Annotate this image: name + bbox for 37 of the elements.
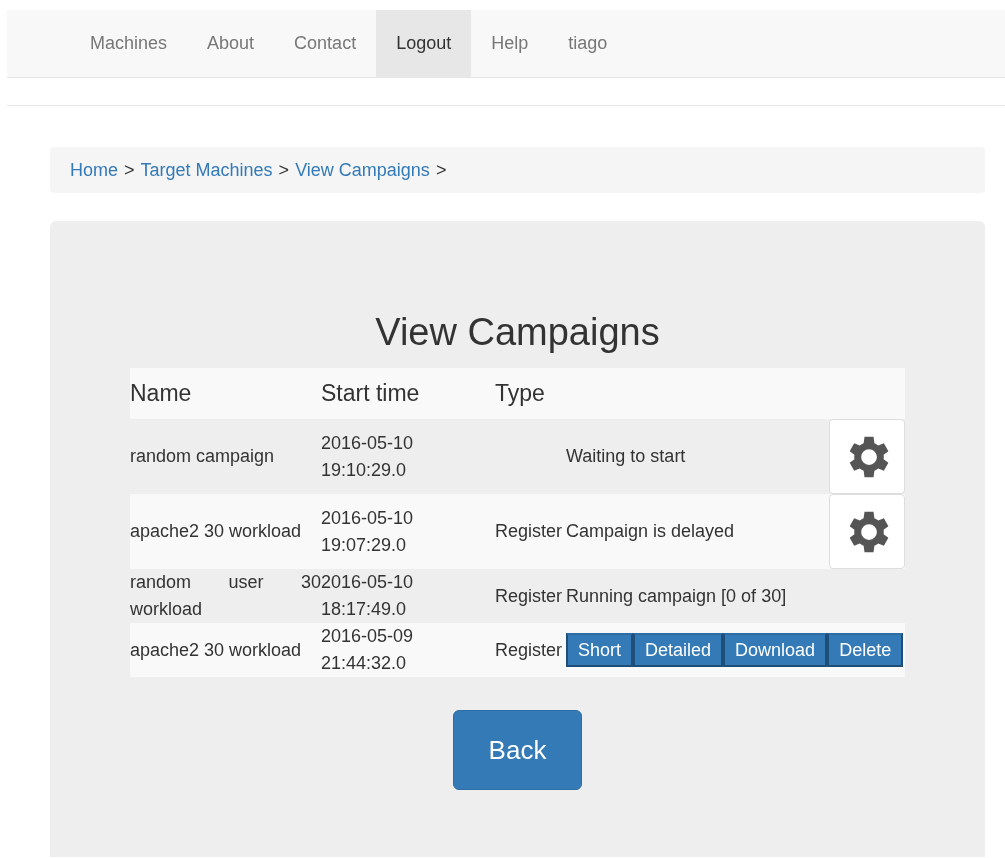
table-cell: Register bbox=[495, 623, 566, 677]
nav-link[interactable]: About bbox=[187, 10, 275, 77]
table-cell: Register bbox=[495, 569, 566, 623]
table-cell: Register bbox=[495, 494, 566, 569]
table-cell: 2016-05-10 19:07:29.0 bbox=[321, 494, 495, 569]
action-button[interactable]: Detailed bbox=[633, 633, 724, 667]
breadcrumb-separator: > bbox=[124, 159, 135, 181]
status-text: Waiting to start bbox=[566, 446, 686, 466]
column-header: Type bbox=[495, 368, 566, 419]
settings-button[interactable] bbox=[829, 494, 905, 569]
action-button[interactable]: Delete bbox=[827, 633, 904, 667]
status-text: Running campaign [0 of 30] bbox=[566, 585, 787, 606]
breadcrumb-separator: > bbox=[278, 159, 290, 181]
nav-link[interactable]: Machines bbox=[70, 10, 188, 77]
table-cell: 2016-05-09 21:44:32.0 bbox=[321, 623, 495, 677]
column-header: Name bbox=[130, 368, 321, 419]
table-cell: random campaign bbox=[130, 419, 321, 494]
back-button[interactable]: Back bbox=[453, 710, 582, 790]
page-title: View Campaigns bbox=[374, 311, 661, 354]
nav-link[interactable]: Logout bbox=[376, 10, 472, 77]
nav-link[interactable]: tiago bbox=[548, 10, 628, 77]
column-header: Start time bbox=[321, 368, 495, 419]
table-cell: 2016-05-10 19:10:29.0 bbox=[321, 419, 495, 494]
status-text: Campaign is delayed bbox=[566, 521, 735, 541]
breadcrumb-link[interactable]: Home bbox=[70, 159, 118, 181]
breadcrumb-link[interactable]: View Campaigns bbox=[295, 159, 430, 181]
nav-link[interactable]: Help bbox=[471, 10, 549, 77]
action-button[interactable]: Short bbox=[566, 633, 634, 667]
nav-link[interactable]: Contact bbox=[274, 10, 377, 77]
breadcrumb-link[interactable]: Target Machines bbox=[140, 159, 273, 181]
table-cell: 2016-05-10 18:17:49.0 bbox=[321, 569, 495, 623]
action-button[interactable]: Download bbox=[723, 633, 828, 667]
breadcrumb-separator: > bbox=[435, 159, 447, 181]
settings-button[interactable] bbox=[829, 419, 905, 494]
table-cell: apache2 30 workload bbox=[130, 494, 321, 569]
table-cell: apache2 30 workload bbox=[130, 623, 321, 677]
table-cell: random user 30 workload bbox=[130, 569, 321, 623]
